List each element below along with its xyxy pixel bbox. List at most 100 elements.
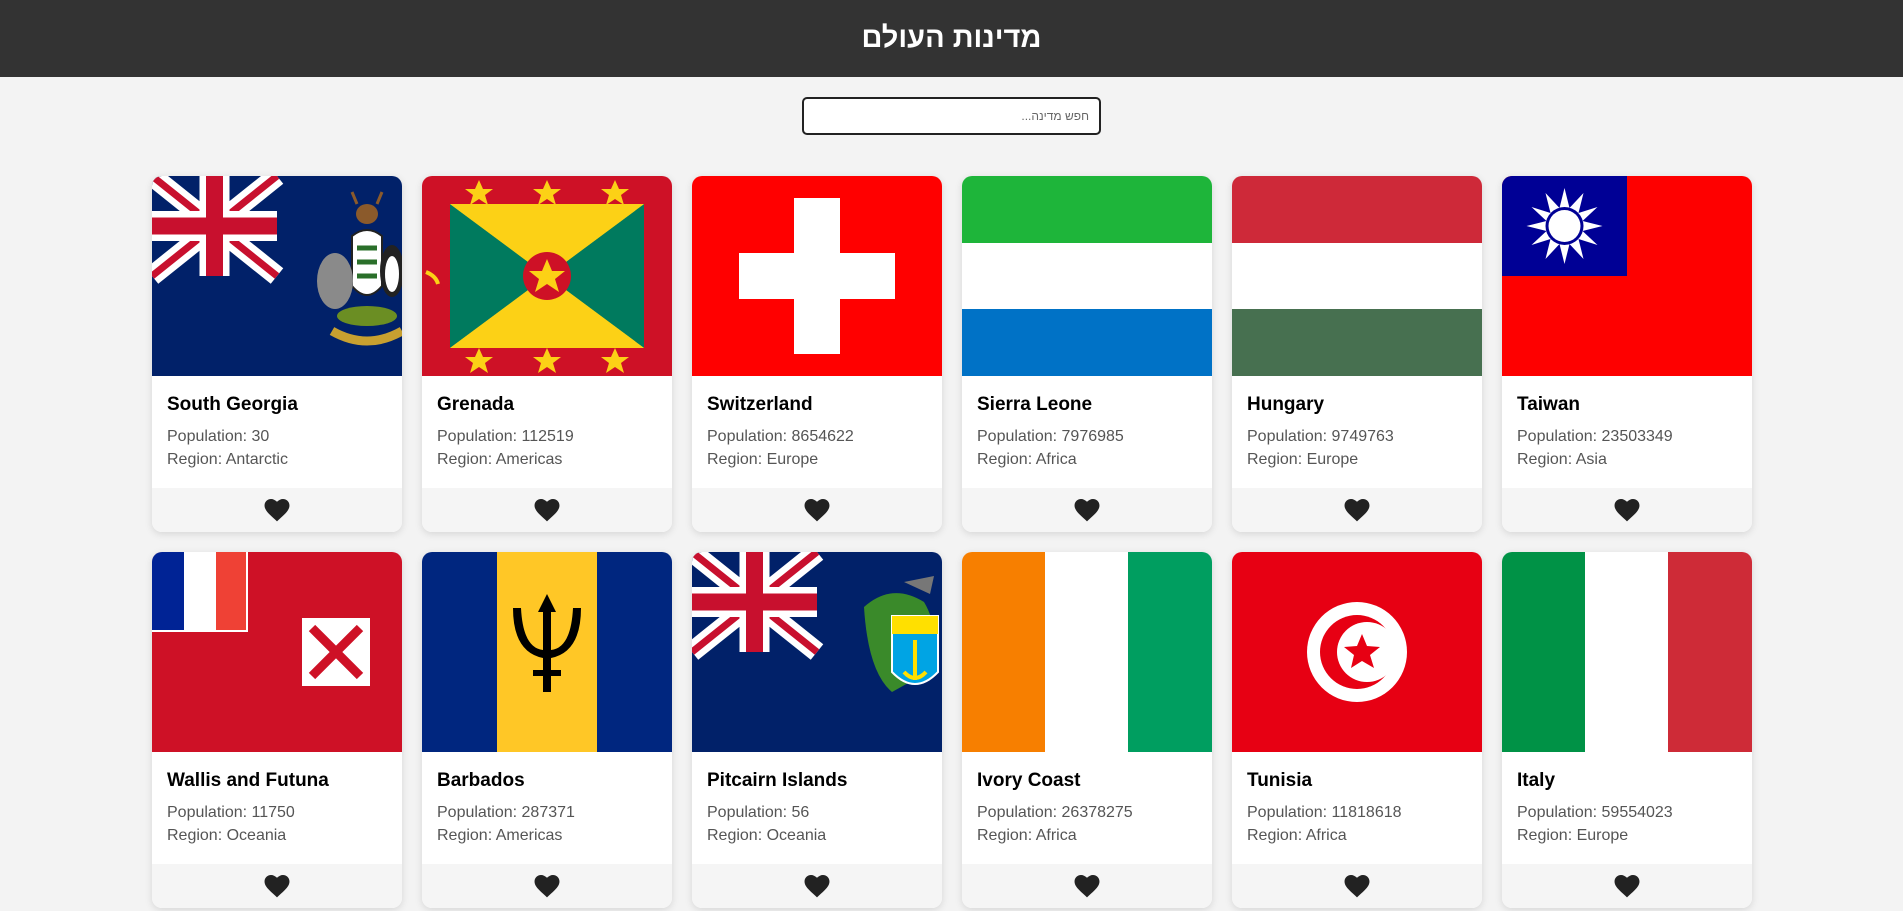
hungary-flag [1232,176,1482,376]
population-label: Population: [977,804,1062,821]
card-footer [1232,864,1482,908]
heart-icon[interactable] [804,498,830,522]
heart-icon[interactable] [1344,498,1370,522]
country-region: Region: Americas [437,824,657,847]
population-value: 56 [791,804,810,821]
country-card[interactable]: Ivory Coast Population: 26378275 Region:… [962,552,1212,908]
region-label: Region: [1517,451,1576,468]
card-footer [422,864,672,908]
country-population: Population: 26378275 [977,801,1197,824]
population-value: 11818618 [1331,804,1402,821]
search-input[interactable] [802,97,1101,135]
population-label: Population: [167,804,252,821]
population-label: Population: [977,428,1062,445]
country-info: Ivory Coast Population: 26378275 Region:… [962,752,1212,864]
country-name: Taiwan [1517,394,1580,415]
flag-image [1232,552,1482,752]
population-value: 30 [251,428,270,445]
country-info: Tunisia Population: 11818618 Region: Afr… [1232,752,1482,864]
heart-icon[interactable] [534,874,560,898]
country-info: Wallis and Futuna Population: 11750 Regi… [152,752,402,864]
region-label: Region: [1247,827,1306,844]
heart-icon[interactable] [1614,498,1640,522]
search-bar [0,97,1903,135]
population-value: 112519 [521,428,574,445]
country-population: Population: 287371 [437,801,657,824]
country-info: Taiwan Population: 23503349 Region: Asia [1502,376,1752,488]
card-footer [962,488,1212,532]
region-value: Asia [1575,451,1607,468]
region-value: Americas [495,827,563,844]
country-info: Sierra Leone Population: 7976985 Region:… [962,376,1212,488]
country-population: Population: 7976985 [977,425,1197,448]
country-region: Region: Africa [1247,824,1467,847]
population-label: Population: [707,428,792,445]
heart-icon[interactable] [1074,498,1100,522]
heart-icon[interactable] [534,498,560,522]
heart-icon[interactable] [1074,874,1100,898]
country-card[interactable]: Barbados Population: 287371 Region: Amer… [422,552,672,908]
country-name: Grenada [437,394,515,415]
region-value: Oceania [226,827,287,844]
country-info: Switzerland Population: 8654622 Region: … [692,376,942,488]
region-value: Africa [1035,827,1077,844]
country-region: Region: Antarctic [167,448,387,471]
population-value: 59554023 [1601,804,1673,821]
south-georgia-flag [152,176,402,376]
country-card[interactable]: Tunisia Population: 11818618 Region: Afr… [1232,552,1482,908]
country-region: Region: Africa [977,824,1197,847]
country-info: Grenada Population: 112519 Region: Ameri… [422,376,672,488]
country-card[interactable]: Wallis and Futuna Population: 11750 Regi… [152,552,402,908]
country-region: Region: Americas [437,448,657,471]
population-label: Population: [437,428,522,445]
sierra-leone-flag [962,176,1212,376]
card-footer [152,864,402,908]
region-value: Africa [1305,827,1347,844]
region-value: Oceania [766,827,827,844]
region-label: Region: [167,451,226,468]
flag-image [152,176,402,376]
region-label: Region: [1247,451,1307,468]
country-card[interactable]: Taiwan Population: 23503349 Region: Asia [1502,176,1752,532]
country-card[interactable]: South Georgia Population: 30 Region: Ant… [152,176,402,532]
population-value: 287371 [521,804,575,821]
country-population: Population: 56 [707,801,927,824]
country-name: Tunisia [1247,770,1313,791]
wallis-and-futuna-flag [152,552,402,752]
country-region: Region: Europe [1247,448,1467,471]
flag-image [1232,176,1482,376]
country-name: Ivory Coast [977,770,1081,791]
population-value: 23503349 [1601,428,1673,445]
country-card[interactable]: Switzerland Population: 8654622 Region: … [692,176,942,532]
country-info: Hungary Population: 9749763 Region: Euro… [1232,376,1482,488]
region-label: Region: [167,827,227,844]
country-population: Population: 112519 [437,425,657,448]
country-name: Pitcairn Islands [707,770,848,791]
region-value: Europe [1306,451,1359,468]
region-value: Europe [766,451,819,468]
card-footer [422,488,672,532]
region-label: Region: [1517,827,1577,844]
heart-icon[interactable] [804,874,830,898]
switzerland-flag [692,176,942,376]
country-card[interactable]: Hungary Population: 9749763 Region: Euro… [1232,176,1482,532]
card-footer [1502,488,1752,532]
country-info: South Georgia Population: 30 Region: Ant… [152,376,402,488]
country-card[interactable]: Italy Population: 59554023 Region: Europ… [1502,552,1752,908]
flag-image [422,552,672,752]
country-card[interactable]: Grenada Population: 112519 Region: Ameri… [422,176,672,532]
heart-icon[interactable] [1614,874,1640,898]
heart-icon[interactable] [1344,874,1370,898]
flag-image [962,552,1212,752]
population-label: Population: [437,804,522,821]
heart-icon[interactable] [264,498,290,522]
region-value: Americas [495,451,563,468]
population-label: Population: [167,428,252,445]
country-card[interactable]: Sierra Leone Population: 7976985 Region:… [962,176,1212,532]
heart-icon[interactable] [264,874,290,898]
country-population: Population: 11750 [167,801,387,824]
country-card[interactable]: Pitcairn Islands Population: 56 Region: … [692,552,942,908]
population-value: 8654622 [791,428,854,445]
country-name: Switzerland [707,394,813,415]
country-population: Population: 59554023 [1517,801,1737,824]
